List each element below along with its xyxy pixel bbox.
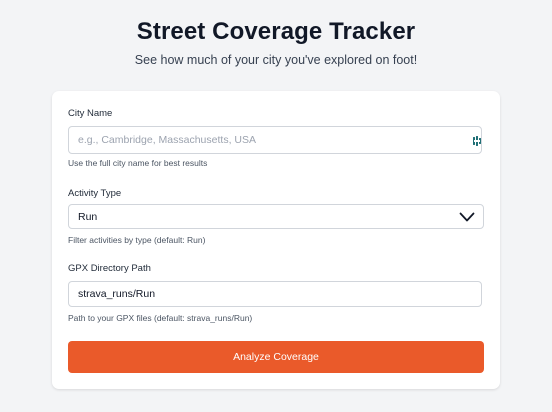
activity-type-hint: Filter activities by type (default: Run) (68, 235, 206, 245)
password-manager-icon[interactable] (472, 134, 482, 146)
page-subtitle: See how much of your city you've explore… (134, 53, 418, 67)
page: Street Coverage Tracker See how much of … (0, 0, 552, 412)
page-title: Street Coverage Tracker (136, 18, 416, 45)
analyze-coverage-button[interactable]: Analyze Coverage (68, 341, 484, 373)
gpx-path-input[interactable] (68, 281, 482, 307)
coverage-form-card: City Name Use the full city name for bes… (52, 91, 500, 389)
gpx-path-hint: Path to your GPX files (default: strava_… (68, 313, 253, 323)
city-name-label: City Name (68, 108, 113, 119)
city-name-hint: Use the full city name for best results (68, 158, 208, 168)
activity-type-select[interactable]: Run (68, 204, 484, 229)
city-name-input[interactable] (68, 126, 482, 154)
chevron-down-icon (459, 212, 475, 222)
activity-type-label: Activity Type (68, 188, 122, 199)
gpx-path-label: GPX Directory Path (68, 263, 151, 274)
activity-type-value: Run (78, 211, 98, 223)
